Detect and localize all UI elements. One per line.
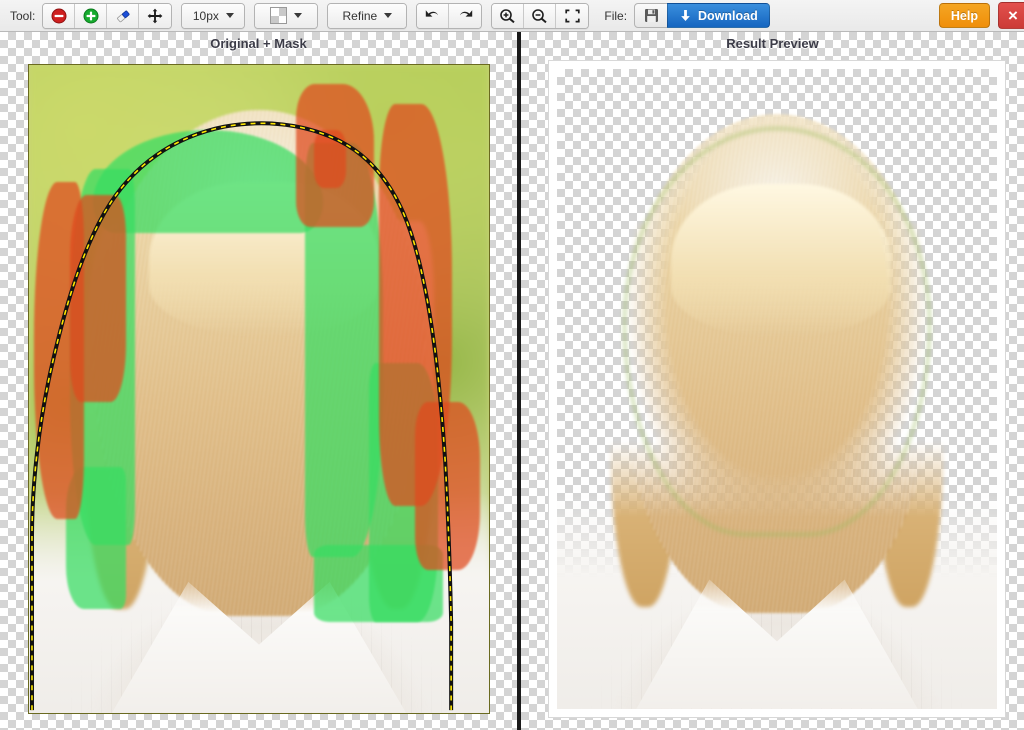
eraser-tool[interactable]: [107, 3, 140, 28]
plus-circle-icon: [83, 8, 99, 23]
move-cross-icon: [147, 8, 163, 23]
transparency-swatch-icon: [270, 7, 288, 24]
pane-divider-handle[interactable]: [517, 32, 521, 730]
chevron-down-icon: [294, 13, 303, 18]
original-pane-title: Original + Mask: [210, 36, 307, 51]
help-button[interactable]: Help: [938, 3, 990, 28]
refine-label: Refine: [342, 8, 378, 23]
refine-dropdown[interactable]: Refine: [328, 3, 407, 28]
close-button[interactable]: ×: [998, 2, 1024, 29]
tool-button-group: [42, 2, 173, 29]
history-group: [416, 2, 483, 29]
original-image-canvas[interactable]: [28, 64, 490, 714]
zoom-group: [491, 2, 590, 29]
magnifier-minus-icon: [532, 8, 548, 23]
result-pane: Result Preview: [521, 32, 1024, 730]
redo-arrow-icon: [459, 9, 473, 17]
background-brush-tool[interactable]: [43, 3, 76, 28]
foreground-brush-tool[interactable]: [75, 3, 108, 28]
download-button[interactable]: Download: [667, 3, 770, 28]
move-tool[interactable]: [139, 3, 172, 28]
result-bangs: [671, 184, 892, 338]
save-button[interactable]: [634, 3, 669, 28]
file-actions-group: Download: [634, 3, 770, 28]
result-image-canvas[interactable]: [548, 60, 1006, 718]
floppy-disk-icon: [644, 9, 658, 22]
help-label: Help: [950, 8, 978, 23]
result-transparency-backdrop: [557, 69, 997, 709]
brush-size-dropdown[interactable]: 10px: [182, 3, 245, 28]
eraser-icon: [116, 10, 130, 22]
magnifier-plus-icon: [500, 8, 516, 23]
tool-label: Tool:: [10, 8, 36, 23]
fit-to-screen-button[interactable]: [556, 3, 589, 28]
result-pane-title: Result Preview: [726, 36, 819, 51]
file-label: File:: [604, 8, 628, 23]
brush-size-value: 10px: [192, 8, 219, 23]
redo-button[interactable]: [449, 3, 482, 28]
download-label: Download: [698, 8, 758, 23]
background-swatch-dropdown[interactable]: [255, 3, 318, 28]
minus-circle-icon: [51, 8, 67, 23]
result-cutout: [557, 69, 997, 709]
zoom-out-button[interactable]: [524, 3, 557, 28]
chevron-down-icon: [225, 13, 234, 18]
undo-button[interactable]: [417, 3, 450, 28]
photo-bangs: [148, 181, 379, 338]
background-swatch-group: [254, 2, 319, 29]
chevron-down-icon: [384, 13, 393, 18]
workspace: Original + Mask Result Preview: [0, 32, 1024, 730]
download-arrow-icon: [681, 9, 690, 21]
zoom-in-button[interactable]: [492, 3, 525, 28]
fit-frame-icon: [565, 9, 580, 22]
brush-size-group: 10px: [181, 2, 246, 29]
refine-group: Refine: [327, 2, 408, 29]
toolbar: Tool: 10px Refine File: Download Help ×: [0, 0, 1024, 32]
undo-arrow-icon: [426, 9, 439, 17]
original-pane: Original + Mask: [0, 32, 517, 730]
source-photo: [29, 65, 489, 713]
close-x-icon: ×: [1008, 5, 1018, 25]
